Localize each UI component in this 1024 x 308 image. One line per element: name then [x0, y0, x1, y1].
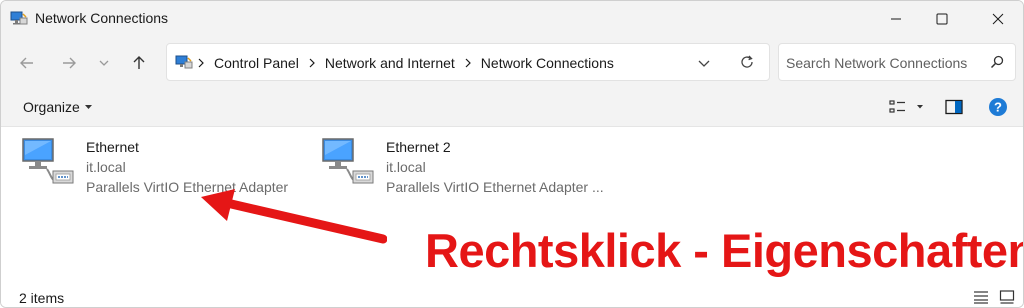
connection-network: it.local: [386, 159, 426, 175]
back-button[interactable]: [13, 49, 41, 77]
annotation-text: Rechtsklick - Eigenschaften: [425, 224, 1024, 277]
window-title: Network Connections: [35, 10, 169, 26]
maximize-icon: [936, 13, 948, 25]
address-bar[interactable]: Control Panel Network and Internet Netwo…: [166, 43, 770, 81]
network-adapter-icon: [322, 138, 374, 184]
annotation-arrow-icon: [201, 189, 387, 244]
navigation-row: Control Panel Network and Internet Netwo…: [1, 37, 1023, 87]
close-icon: [992, 13, 1004, 25]
network-adapter-icon: [22, 138, 74, 184]
forward-button[interactable]: [55, 49, 83, 77]
search-icon[interactable]: [990, 55, 1004, 69]
chevron-down-icon[interactable]: [697, 56, 711, 70]
maximize-button[interactable]: [919, 1, 965, 37]
connection-adapter: Parallels VirtIO Ethernet Adapter ...: [386, 179, 604, 195]
organize-menu[interactable]: Organize: [23, 99, 92, 115]
network-connections-icon: [10, 11, 28, 25]
item-count: 2 items: [19, 290, 65, 306]
chevron-right-icon[interactable]: [308, 58, 316, 68]
connection-name: Ethernet 2: [386, 139, 451, 155]
caret-down-icon[interactable]: [917, 105, 923, 109]
connection-name: Ethernet: [86, 139, 139, 155]
command-bar: Organize ?: [1, 87, 1023, 127]
connection-details: Ethernet 2 it.local Parallels VirtIO Eth…: [386, 137, 604, 197]
search-box[interactable]: [778, 43, 1016, 81]
arrow-up-icon: [133, 56, 145, 69]
chevron-down-icon: [99, 60, 109, 66]
minimize-button[interactable]: [873, 1, 919, 37]
caret-down-icon: [84, 104, 92, 109]
help-icon[interactable]: ?: [988, 97, 1008, 117]
search-input[interactable]: [786, 53, 982, 73]
connection-network: it.local: [86, 159, 126, 175]
title-bar: Network Connections: [1, 1, 1023, 37]
arrow-right-icon: [63, 57, 76, 69]
chevron-right-icon[interactable]: [197, 58, 205, 68]
up-button[interactable]: [125, 49, 153, 77]
refresh-icon[interactable]: [739, 54, 755, 70]
status-bar: 2 items: [1, 283, 1023, 307]
breadcrumb: Control Panel Network and Internet Netwo…: [197, 55, 614, 71]
close-button[interactable]: [975, 1, 1021, 37]
organize-label: Organize: [23, 99, 80, 115]
minimize-icon: [891, 18, 901, 20]
large-icons-view-icon[interactable]: [999, 290, 1015, 304]
arrow-left-icon: [20, 57, 33, 69]
breadcrumb-control-panel[interactable]: Control Panel: [214, 55, 299, 71]
preview-pane-icon[interactable]: [945, 99, 963, 115]
explorer-window: Network Connections Control Panel Networ…: [0, 0, 1024, 308]
chevron-right-icon[interactable]: [464, 58, 472, 68]
breadcrumb-network-connections[interactable]: Network Connections: [481, 55, 614, 71]
change-view-icon[interactable]: [889, 99, 907, 115]
svg-text:?: ?: [994, 100, 1002, 115]
breadcrumb-network-and-internet[interactable]: Network and Internet: [325, 55, 455, 71]
control-panel-icon: [175, 55, 193, 69]
recent-locations-button[interactable]: [90, 49, 118, 77]
details-view-icon[interactable]: [973, 290, 989, 304]
